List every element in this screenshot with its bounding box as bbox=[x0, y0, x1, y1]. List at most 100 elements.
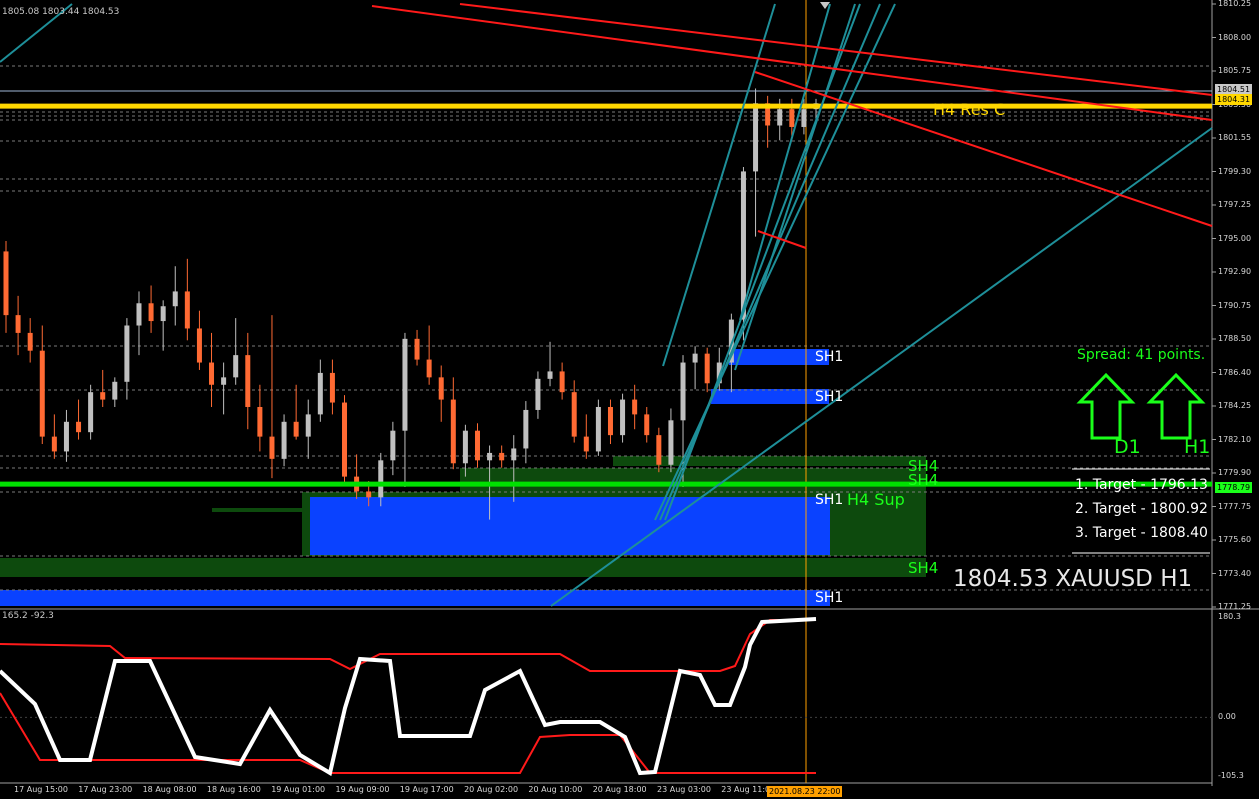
mt4-chart-window[interactable]: 1805.08 1803.44 1804.53 165.2 -92.3 1810… bbox=[0, 0, 1259, 799]
candle-body bbox=[462, 430, 468, 464]
target-1-label: 1. Target - 1796.13 bbox=[1075, 477, 1208, 493]
candle-body bbox=[632, 399, 638, 415]
sh1-zone-label: SH1 bbox=[815, 389, 844, 405]
price-tick-label: 1795.00 bbox=[1218, 233, 1252, 243]
price-tick-label: 1792.90 bbox=[1218, 267, 1252, 276]
indicator-tick-label: 180.3 bbox=[1218, 612, 1241, 621]
candle-body bbox=[257, 406, 263, 437]
candle-body bbox=[704, 353, 710, 384]
candle-body bbox=[547, 371, 553, 379]
time-tick-label: 19 Aug 09:00 bbox=[335, 785, 390, 794]
price-tick-label: 1784.25 bbox=[1218, 401, 1252, 410]
candle-body bbox=[571, 392, 577, 437]
trendline bbox=[754, 71, 1213, 227]
candle-body bbox=[209, 362, 215, 385]
price-tick-label: 1799.30 bbox=[1218, 166, 1252, 176]
time-tick-label: 18 Aug 08:00 bbox=[142, 785, 197, 794]
candle-body bbox=[51, 436, 57, 452]
candle-body bbox=[390, 430, 396, 461]
candle-body bbox=[88, 392, 94, 433]
price-tick-label: 1801.55 bbox=[1218, 133, 1252, 142]
candle-body bbox=[680, 362, 686, 421]
bid-price-tag: 1804.31 bbox=[1215, 94, 1253, 105]
price-tick-label: 1786.40 bbox=[1218, 367, 1252, 377]
candle-body bbox=[583, 436, 589, 452]
trendline bbox=[459, 3, 1213, 96]
candle-body bbox=[3, 251, 9, 316]
candle-body bbox=[100, 392, 106, 400]
candle-body bbox=[245, 355, 251, 407]
target-2-label: 2. Target - 1800.92 bbox=[1075, 501, 1208, 517]
trendline bbox=[654, 3, 896, 521]
target-3-label: 3. Target - 1808.40 bbox=[1075, 525, 1208, 541]
time-tick-label: 17 Aug 23:00 bbox=[78, 785, 133, 794]
candle-body bbox=[317, 372, 323, 415]
price-tick-label: 1797.25 bbox=[1218, 200, 1252, 209]
indicator-upper-band bbox=[0, 619, 816, 672]
price-tick-label: 1790.75 bbox=[1218, 300, 1252, 310]
candle-body bbox=[329, 372, 335, 403]
time-tick-label: 19 Aug 17:00 bbox=[399, 785, 454, 794]
price-tick-label: 1775.60 bbox=[1218, 535, 1252, 544]
zone-box bbox=[711, 389, 829, 404]
candle-body bbox=[63, 421, 69, 452]
candle-body bbox=[112, 381, 118, 400]
candle-body bbox=[620, 399, 626, 436]
d1-arrow-label: D1 bbox=[1114, 436, 1141, 458]
time-tick-label: 18 Aug 16:00 bbox=[206, 785, 261, 794]
candle-body bbox=[305, 414, 311, 437]
indicator-tick-label: -105.3 bbox=[1218, 771, 1244, 780]
candle-body bbox=[777, 109, 783, 126]
sh4-zone-label: SH4 bbox=[908, 559, 939, 577]
candle-body bbox=[172, 291, 178, 307]
time-tick-label: 23 Aug 03:00 bbox=[657, 785, 711, 794]
candle-body bbox=[607, 406, 613, 436]
candle-body bbox=[136, 303, 142, 326]
time-tick-label: 19 Aug 01:00 bbox=[271, 785, 326, 794]
price-tick-label: 1808.00 bbox=[1218, 32, 1252, 42]
sh1-zone-label: SH1 bbox=[815, 492, 844, 508]
candle-body bbox=[342, 402, 348, 477]
candle-body bbox=[148, 303, 154, 322]
candle-body bbox=[450, 399, 456, 464]
up-arrow-icon bbox=[1146, 372, 1206, 440]
price-chart[interactable] bbox=[0, 0, 1259, 799]
candle-body bbox=[221, 377, 227, 385]
current-time-tag: 2021.08.23 22:00 bbox=[767, 786, 843, 797]
candle-body bbox=[753, 103, 759, 172]
candle-body bbox=[789, 109, 795, 127]
candle-body bbox=[233, 355, 239, 378]
candle-body bbox=[644, 414, 650, 436]
price-tick-label: 1805.75 bbox=[1218, 66, 1252, 75]
candle-body bbox=[656, 435, 662, 465]
candle-body bbox=[487, 452, 493, 461]
indicator-tick-label: 0.00 bbox=[1218, 712, 1236, 722]
sh1-zone-label: SH1 bbox=[815, 349, 844, 365]
candle-body bbox=[196, 328, 202, 363]
candle-body bbox=[474, 430, 480, 461]
price-tick-label: 1777.75 bbox=[1218, 501, 1252, 511]
candle-body bbox=[668, 420, 674, 465]
candle-body bbox=[692, 353, 698, 363]
candle-body bbox=[414, 338, 420, 360]
candle-body bbox=[293, 421, 299, 437]
price-tick-label: 1782.10 bbox=[1218, 434, 1252, 444]
candle-body bbox=[523, 409, 529, 449]
zone-box bbox=[460, 468, 926, 492]
time-tick-label: 20 Aug 10:00 bbox=[528, 785, 583, 794]
price-tick-label: 1771.25 bbox=[1218, 602, 1252, 611]
candle-body bbox=[595, 406, 601, 452]
candle-body bbox=[535, 378, 541, 410]
sh1-zone-label: SH1 bbox=[815, 590, 844, 606]
indicator-main-line bbox=[0, 617, 817, 777]
symbol-price-title: 1804.53 XAUUSD H1 bbox=[953, 566, 1193, 592]
indicator-values-header: 165.2 -92.3 bbox=[2, 611, 54, 621]
ohlc-header: 1805.08 1803.44 1804.53 bbox=[2, 7, 120, 17]
price-tick-label: 1810.25 bbox=[1218, 0, 1252, 8]
candle-body bbox=[281, 421, 287, 459]
price-tick-label: 1779.90 bbox=[1218, 468, 1252, 477]
candle-body bbox=[740, 171, 746, 320]
candle-body bbox=[124, 325, 130, 382]
candle-body bbox=[269, 436, 275, 459]
candle-body bbox=[559, 371, 565, 393]
